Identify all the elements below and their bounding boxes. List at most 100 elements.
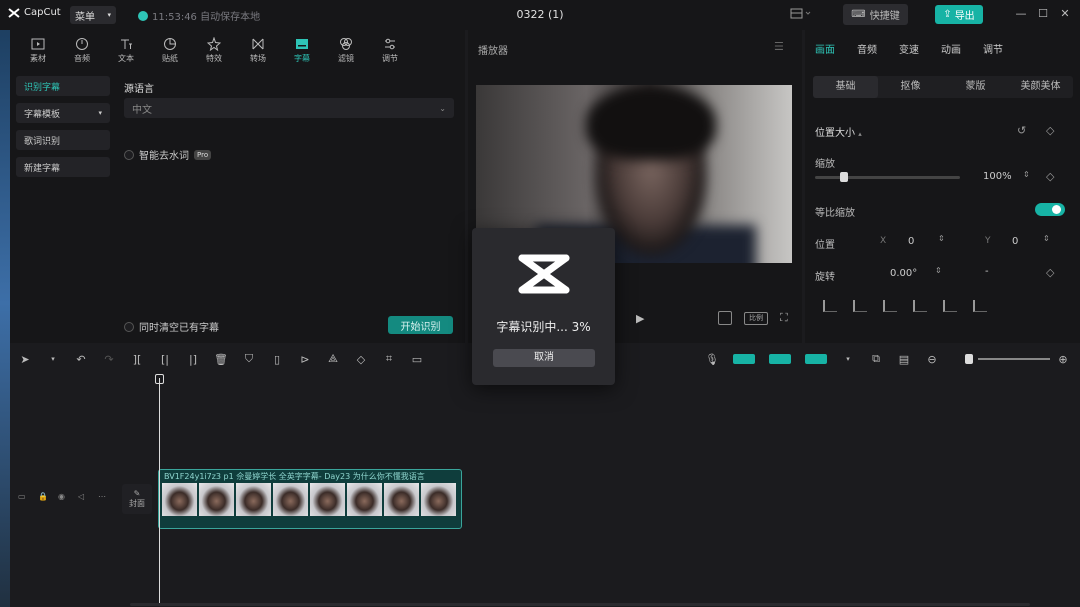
track-toggle-icon[interactable]: ▭	[18, 492, 28, 502]
filler-word-option[interactable]: 智能去水词 Pro	[124, 147, 212, 162]
cancel-button[interactable]: 取消	[493, 349, 595, 367]
tool-transition[interactable]: 转场	[236, 30, 280, 70]
zoom-in-icon[interactable]: ⊕	[1056, 352, 1070, 366]
playhead[interactable]	[159, 378, 160, 606]
align-right-icon[interactable]	[883, 300, 897, 312]
reset-icon[interactable]: ↺	[1017, 124, 1026, 137]
filler-word-checkbox[interactable]	[124, 149, 134, 160]
shortcut-button[interactable]: ⌨ 快捷键	[843, 4, 908, 25]
position-x-input[interactable]: 0	[908, 236, 914, 247]
tool-effects[interactable]: 特效	[192, 30, 236, 70]
undo-icon[interactable]: ↶	[74, 352, 88, 366]
subtab-mask[interactable]: 蒙版	[943, 76, 1008, 98]
keyframe-icon[interactable]: ◇	[1046, 266, 1054, 279]
subtab-cutout[interactable]: 抠像	[878, 76, 943, 98]
tool-audio[interactable]: 音频	[60, 30, 104, 70]
horizontal-scrollbar[interactable]	[130, 603, 1030, 606]
tool-filter[interactable]: 滤镜	[324, 30, 368, 70]
stepper-icon[interactable]: ⇕	[1043, 234, 1050, 243]
scale-slider[interactable]	[815, 176, 960, 179]
caption-nav-auto[interactable]: 识别字幕	[16, 76, 110, 96]
split-screen-icon[interactable]: ⧉	[869, 352, 883, 366]
chevron-down-icon[interactable]: ▾	[46, 352, 60, 366]
tool-sticker[interactable]: 贴纸	[148, 30, 192, 70]
frame-icon[interactable]: ▭	[410, 352, 424, 366]
caption-nav-template[interactable]: 字幕模板 ▾	[16, 103, 110, 123]
export-button[interactable]: ⇪ 导出	[935, 5, 983, 24]
maximize-icon[interactable]: ☐	[1036, 7, 1050, 21]
keyframe-icon[interactable]: ◇	[1046, 124, 1054, 137]
reverse-icon[interactable]: ⊳	[298, 352, 312, 366]
crop-icon[interactable]: ⌗	[382, 352, 396, 366]
tab-audio[interactable]: 音频	[857, 41, 877, 56]
video-clip[interactable]: BV1F24y1i7z3 p1 佘曼婷学长 全英字字幕- Day23 为什么你不…	[158, 469, 462, 529]
source-language-select[interactable]: 中文 ⌄	[124, 98, 454, 118]
start-recognition-button[interactable]: 开始识别	[388, 316, 453, 334]
select-cursor-icon[interactable]: ➤	[18, 352, 32, 366]
tool-media[interactable]: 素材	[16, 30, 60, 70]
caption-preview-icon[interactable]: ▤	[897, 352, 911, 366]
split-right-icon[interactable]: |]	[186, 352, 200, 366]
snap-toggle-icon[interactable]	[769, 354, 791, 364]
minimize-icon[interactable]: —	[1014, 7, 1028, 21]
chevron-down-icon[interactable]: ▾	[841, 352, 855, 366]
align-center-v-icon[interactable]	[943, 300, 957, 312]
redo-icon[interactable]: ↷	[102, 352, 116, 366]
scale-value[interactable]: 100%	[983, 171, 1012, 182]
zoom-slider[interactable]	[978, 358, 1050, 360]
subtab-basic[interactable]: 基础	[813, 76, 878, 98]
tool-adjust[interactable]: 调节	[368, 30, 412, 70]
tab-speed[interactable]: 变速	[899, 41, 919, 56]
layout-icon[interactable]	[790, 8, 812, 20]
zoom-slider-thumb[interactable]	[965, 354, 973, 364]
mirror-icon[interactable]: ⟁	[326, 352, 340, 366]
link-toggle-icon[interactable]	[733, 354, 755, 364]
align-center-h-icon[interactable]	[853, 300, 867, 312]
fullscreen-icon[interactable]: ⛶	[780, 311, 788, 325]
menu-button[interactable]: 菜单 ▾	[70, 6, 116, 24]
align-left-icon[interactable]	[823, 300, 837, 312]
subtab-beauty[interactable]: 美颜美体	[1008, 76, 1073, 98]
tab-adjust[interactable]: 调节	[983, 41, 1003, 56]
position-label: 位置	[815, 240, 835, 251]
marker-icon[interactable]: ⛉	[242, 352, 256, 366]
clear-existing-checkbox[interactable]	[124, 321, 134, 332]
scale-slider-thumb[interactable]	[840, 172, 848, 182]
eye-icon[interactable]: ◉	[58, 492, 68, 502]
mute-icon[interactable]: ◁	[78, 492, 88, 502]
tool-caption[interactable]: 字幕	[280, 30, 324, 70]
split-left-icon[interactable]: [|	[158, 352, 172, 366]
align-bottom-icon[interactable]	[973, 300, 987, 312]
tab-animation[interactable]: 动画	[941, 41, 961, 56]
position-size-header[interactable]: 位置大小 ▴	[815, 124, 862, 139]
close-icon[interactable]: ✕	[1058, 7, 1072, 21]
tab-video[interactable]: 画面	[815, 41, 835, 56]
screenshot-icon[interactable]	[718, 311, 732, 325]
clear-existing-option[interactable]: 同时清空已有字幕	[124, 319, 219, 334]
stepper-icon[interactable]: ⇕	[938, 234, 945, 243]
play-icon[interactable]: ▶	[636, 312, 644, 325]
stepper-icon[interactable]: ⇕	[1023, 170, 1030, 179]
rotation-input[interactable]: 0.00°	[890, 268, 917, 279]
stepper-icon[interactable]: ⇕	[935, 266, 942, 275]
freeze-icon[interactable]: ▯	[270, 352, 284, 366]
ratio-button[interactable]: 比例	[744, 311, 768, 325]
caption-nav-new[interactable]: 新建字幕	[16, 157, 110, 177]
align-top-icon[interactable]	[913, 300, 927, 312]
playhead-handle[interactable]	[155, 374, 164, 384]
cover-button[interactable]: ✎ 封面	[122, 484, 152, 514]
microphone-icon[interactable]: 🎙	[705, 352, 719, 366]
preview-axis-icon[interactable]	[805, 354, 827, 364]
split-icon[interactable]: ][	[130, 352, 144, 366]
menu-icon[interactable]: ☰	[774, 40, 784, 53]
more-icon[interactable]: ⋯	[98, 492, 108, 502]
timeline[interactable]: ▭ 🔒 ◉ ◁ ⋯ ✎ 封面 BV1F24y1i7z3 p1 佘曼婷学长 全英字…	[10, 372, 1080, 607]
position-y-input[interactable]: 0	[1012, 236, 1018, 247]
caption-nav-lyrics[interactable]: 歌词识别	[16, 130, 110, 150]
tool-text[interactable]: 文本	[104, 30, 148, 70]
delete-icon[interactable]: 🗑	[214, 352, 228, 366]
keyframe-icon[interactable]: ◇	[1046, 170, 1054, 183]
zoom-out-icon[interactable]: ⊖	[925, 352, 939, 366]
lock-icon[interactable]: 🔒	[38, 492, 48, 502]
rotate-icon[interactable]: ◇	[354, 352, 368, 366]
